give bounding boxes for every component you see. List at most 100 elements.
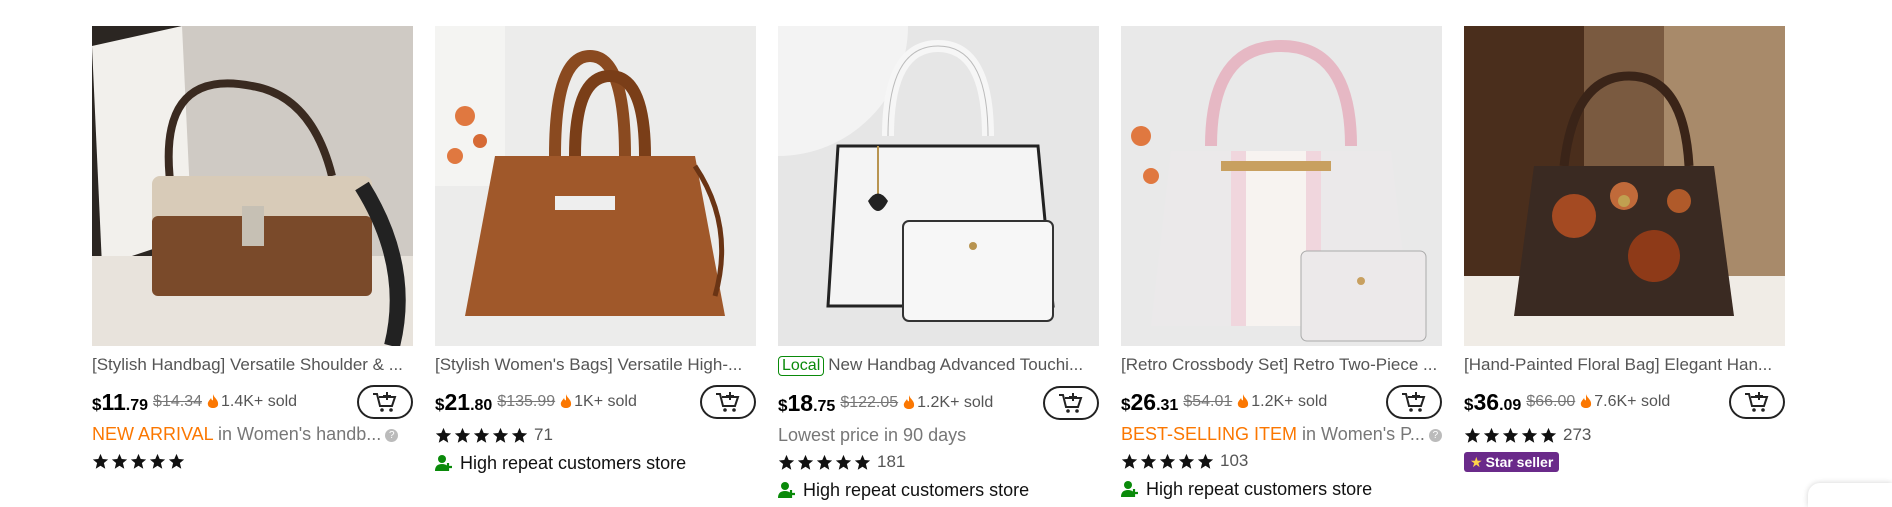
handbag-image-3: [778, 26, 1099, 346]
sold-count: 1K+ sold: [574, 393, 637, 410]
sold-count: 1.2K+ sold: [1251, 393, 1328, 410]
store-tag: High repeat customers store: [1121, 478, 1442, 500]
star-icon: [435, 427, 452, 443]
store-tag: High repeat customers store: [778, 479, 1099, 501]
add-to-cart-button[interactable]: [1729, 385, 1785, 419]
price-row: $21.80 $135.99 1K+ sold: [435, 385, 756, 419]
product-title[interactable]: Local New Handbag Advanced Touchi...: [778, 355, 1099, 376]
users-icon: [435, 455, 452, 471]
add-to-cart-button[interactable]: [1386, 385, 1442, 419]
star-half-icon: [511, 427, 528, 443]
category-badge[interactable]: NEW ARRIVAL in Women's handb...?: [92, 423, 413, 445]
rating-stars: [92, 450, 413, 472]
price-note: Lowest price in 90 days: [778, 425, 967, 445]
original-price: $135.99: [497, 393, 556, 410]
price: $36.09: [1464, 388, 1522, 415]
star-icon: [168, 453, 185, 469]
star-icon: [111, 453, 128, 469]
price: $11.79: [92, 388, 149, 415]
product-card[interactable]: Local New Handbag Advanced Touchi... $18.…: [778, 26, 1099, 501]
product-image[interactable]: [1121, 26, 1442, 346]
star-seller-badge: ★ Star seller: [1464, 452, 1560, 472]
price-row: $26.31 $54.01 1.2K+ sold: [1121, 385, 1442, 419]
product-image[interactable]: [778, 26, 1099, 346]
handbag-image-5: [1464, 26, 1785, 346]
flame-icon: [1581, 394, 1592, 408]
rating-stars: 71: [435, 424, 756, 446]
add-to-cart-button[interactable]: [700, 385, 756, 419]
users-icon: [778, 482, 795, 498]
original-price: $66.00: [1526, 393, 1576, 410]
flame-icon: [1238, 394, 1249, 408]
price: $18.75: [778, 389, 836, 416]
store-tag: High repeat customers store: [435, 452, 756, 474]
product-image[interactable]: [435, 26, 756, 346]
rating-count: 71: [534, 425, 553, 444]
star-icon: [149, 453, 166, 469]
floating-widget[interactable]: [1808, 483, 1892, 507]
price-row: $36.09 $66.00 7.6K+ sold: [1464, 385, 1785, 419]
star-icon: [1464, 427, 1481, 443]
add-to-cart-icon: [1402, 392, 1426, 412]
star-icon: [797, 454, 814, 470]
sparkle-icon: ★: [1470, 453, 1483, 470]
rating-count: 273: [1563, 425, 1592, 444]
product-title[interactable]: [Hand-Painted Floral Bag] Elegant Han...: [1464, 355, 1785, 375]
star-icon: [778, 454, 795, 470]
store-label: High repeat customers store: [1146, 478, 1373, 499]
flame-icon: [560, 394, 572, 408]
add-to-cart-button[interactable]: [357, 385, 413, 419]
product-title[interactable]: [Stylish Handbag] Versatile Shoulder & .…: [92, 355, 413, 375]
original-price: $122.05: [840, 394, 899, 411]
star-icon: [1121, 453, 1138, 469]
rating-count: 103: [1220, 451, 1249, 470]
add-to-cart-icon: [373, 392, 397, 412]
star-half-icon: [1540, 427, 1557, 443]
star-icon: [1521, 427, 1538, 443]
flame-icon: [207, 394, 219, 408]
info-icon[interactable]: ?: [385, 428, 399, 442]
product-image[interactable]: [1464, 26, 1785, 346]
star-icon: [130, 453, 147, 469]
product-title[interactable]: [Retro Crossbody Set] Retro Two-Piece ..…: [1121, 355, 1442, 375]
star-icon: [1483, 427, 1500, 443]
product-title[interactable]: [Stylish Women's Bags] Versatile High-..…: [435, 355, 756, 375]
local-badge: Local: [778, 356, 825, 376]
product-card[interactable]: [Retro Crossbody Set] Retro Two-Piece ..…: [1121, 26, 1442, 501]
product-card[interactable]: [Stylish Handbag] Versatile Shoulder & .…: [92, 26, 413, 501]
product-grid: [Stylish Handbag] Versatile Shoulder & .…: [92, 26, 1785, 501]
rating-stars: 103: [1121, 450, 1442, 472]
store-label: High repeat customers store: [460, 452, 687, 473]
handbag-image-1: [92, 26, 413, 346]
star-icon: [1178, 453, 1195, 469]
price: $26.31: [1121, 388, 1179, 415]
star-icon: [454, 427, 471, 443]
star-icon: [816, 454, 833, 470]
info-icon[interactable]: ?: [1428, 428, 1442, 442]
sold-count: 1.4K+ sold: [220, 393, 298, 410]
star-icon: [92, 453, 109, 469]
price: $21.80: [435, 388, 493, 415]
star-icon: [492, 427, 509, 443]
add-to-cart-icon: [1745, 392, 1769, 412]
rating-stars: 181: [778, 451, 1099, 473]
price-row: $18.75 $122.05 1.2K+ sold: [778, 386, 1099, 420]
rating-stars: 273: [1464, 424, 1785, 446]
add-to-cart-button[interactable]: [1043, 386, 1099, 420]
product-card[interactable]: [Hand-Painted Floral Bag] Elegant Han...…: [1464, 26, 1785, 501]
star-half-icon: [1197, 453, 1214, 469]
rating-count: 181: [877, 452, 906, 471]
star-icon: [835, 454, 852, 470]
product-image[interactable]: [92, 26, 413, 346]
star-icon: [1159, 453, 1176, 469]
product-card[interactable]: [Stylish Women's Bags] Versatile High-..…: [435, 26, 756, 501]
flame-icon: [903, 395, 915, 409]
add-to-cart-icon: [1059, 393, 1083, 413]
star-icon: [473, 427, 490, 443]
category-badge[interactable]: BEST-SELLING ITEM in Women's P...?: [1121, 423, 1442, 445]
star-half-icon: [854, 454, 871, 470]
original-price: $14.34: [153, 393, 202, 410]
price-row: $11.79 $14.34 1.4K+ sold: [92, 385, 413, 419]
star-icon: [1140, 453, 1157, 469]
sold-count: 1.2K+ sold: [917, 394, 994, 411]
